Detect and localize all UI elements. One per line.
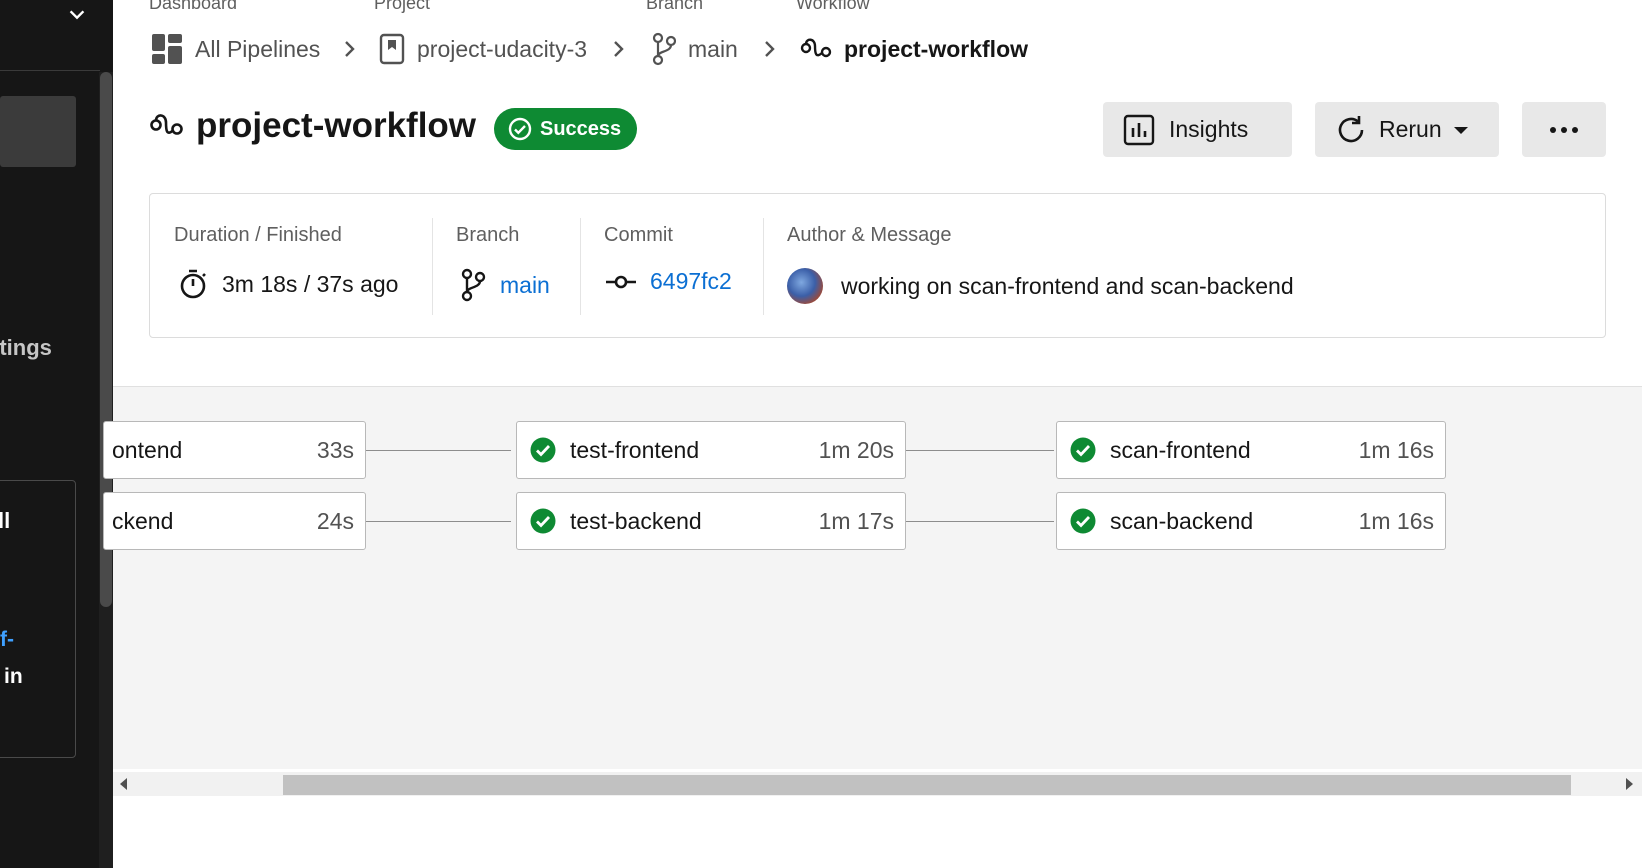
refresh-icon (1338, 115, 1364, 142)
workflow-icon (800, 38, 832, 58)
branch-icon (461, 268, 486, 302)
sidebar-item-active[interactable] (0, 96, 76, 167)
commit-icon (606, 275, 636, 288)
job-card[interactable]: ckend 24s (103, 492, 366, 550)
breadcrumb-text: All Pipelines (195, 35, 321, 62)
sidebar-card-link[interactable]: f- (0, 628, 14, 652)
job-duration: 33s (316, 436, 354, 463)
job-card[interactable]: test-backend 1m 17s (516, 492, 906, 550)
insights-button[interactable]: Insights (1103, 102, 1292, 157)
avatar (787, 268, 823, 304)
more-options-button[interactable] (1522, 102, 1606, 157)
check-circle-icon (508, 117, 532, 141)
job-name: ontend (112, 436, 183, 463)
breadcrumb-all-pipelines[interactable]: All Pipelines (151, 32, 320, 66)
sidebar-card-title: ll (0, 508, 11, 533)
sidebar: ttings ll f- in (0, 0, 113, 868)
breadcrumb-project[interactable]: project-udacity-3 (379, 32, 587, 66)
commit-value-row[interactable]: 6497fc2 (606, 268, 732, 295)
scroll-left-arrow-icon[interactable] (120, 778, 127, 790)
rerun-label: Rerun (1379, 116, 1442, 142)
branch-link[interactable]: main (500, 272, 550, 299)
breadcrumb-text: project-udacity-3 (417, 35, 588, 62)
chevron-right-icon (345, 41, 355, 57)
author-label: Author & Message (787, 224, 952, 246)
pipeline-info-card: Duration / Finished 3m 18s / 37s ago Bra… (149, 193, 1606, 338)
success-check-icon (530, 508, 556, 534)
branch-value-row[interactable]: main (460, 268, 550, 302)
breadcrumb-label-workflow: Workflow (796, 0, 870, 13)
commit-label: Commit (604, 224, 673, 246)
sidebar-item-settings[interactable]: ttings (0, 335, 52, 361)
breadcrumb-text: project-workflow (844, 35, 1029, 62)
sidebar-card-text: in (4, 665, 23, 688)
duration-value-row: 3m 18s / 37s ago (178, 268, 398, 300)
scroll-right-arrow-icon[interactable] (1626, 778, 1633, 790)
divider (763, 218, 764, 315)
job-duration: 1m 16s (1358, 507, 1434, 534)
job-duration: 1m 16s (1358, 436, 1434, 463)
job-connector (366, 521, 511, 522)
job-card[interactable]: scan-frontend 1m 16s (1056, 421, 1446, 479)
breadcrumb-text: main (688, 35, 738, 62)
job-name: scan-frontend (1110, 436, 1251, 463)
sidebar-card (0, 480, 76, 758)
branch-label: Branch (456, 224, 520, 246)
workflow-icon (150, 114, 183, 135)
duration-label: Duration / Finished (174, 224, 342, 246)
insights-label: Insights (1169, 116, 1249, 142)
sidebar-divider (0, 70, 100, 71)
commit-link[interactable]: 6497fc2 (650, 268, 732, 295)
status-text: Success (540, 117, 622, 140)
job-name: scan-backend (1110, 507, 1254, 534)
duration-value: 3m 18s / 37s ago (222, 270, 399, 297)
bookmark-icon (379, 33, 405, 65)
job-card[interactable]: test-frontend 1m 20s (516, 421, 906, 479)
job-connector (906, 521, 1054, 522)
breadcrumb-label-dashboard: Dashboard (149, 0, 238, 13)
breadcrumb-label-project: Project (374, 0, 431, 13)
page-title: project-workflow (196, 106, 477, 145)
job-duration: 24s (316, 507, 354, 534)
success-check-icon (1070, 437, 1096, 463)
success-check-icon (1070, 508, 1096, 534)
job-connector (366, 450, 511, 451)
chevron-right-icon (614, 41, 624, 57)
status-badge: Success (494, 108, 638, 150)
workflow-graph: ontend 33s ckend 24s test-frontend 1m 20… (103, 386, 1642, 769)
breadcrumb-label-branch: Branch (646, 0, 704, 13)
job-name: ckend (112, 507, 174, 534)
job-name: test-backend (570, 507, 702, 534)
chevron-right-icon (765, 41, 775, 57)
stopwatch-icon (180, 269, 206, 299)
divider (432, 218, 433, 315)
breadcrumb-workflow: project-workflow (800, 32, 1028, 66)
success-check-icon (530, 437, 556, 463)
author-value-row: working on scan-frontend and scan-backen… (787, 268, 1294, 304)
horizontal-scrollbar-thumb[interactable] (283, 775, 1571, 795)
dashboard-icon (152, 34, 182, 64)
commit-message: working on scan-frontend and scan-backen… (841, 272, 1294, 299)
chevron-down-icon[interactable] (66, 4, 88, 26)
job-duration: 1m 17s (818, 507, 894, 534)
job-card[interactable]: scan-backend 1m 16s (1056, 492, 1446, 550)
caret-down-icon (1453, 126, 1468, 134)
rerun-button[interactable]: Rerun (1315, 102, 1499, 157)
breadcrumb-branch[interactable]: main (652, 32, 738, 66)
job-connector (906, 450, 1054, 451)
job-card[interactable]: ontend 33s (103, 421, 366, 479)
divider (580, 218, 581, 315)
branch-icon (652, 32, 676, 66)
job-name: test-frontend (570, 436, 700, 463)
bar-chart-icon (1123, 114, 1155, 145)
more-horizontal-icon (1550, 126, 1578, 133)
job-duration: 1m 20s (818, 436, 894, 463)
